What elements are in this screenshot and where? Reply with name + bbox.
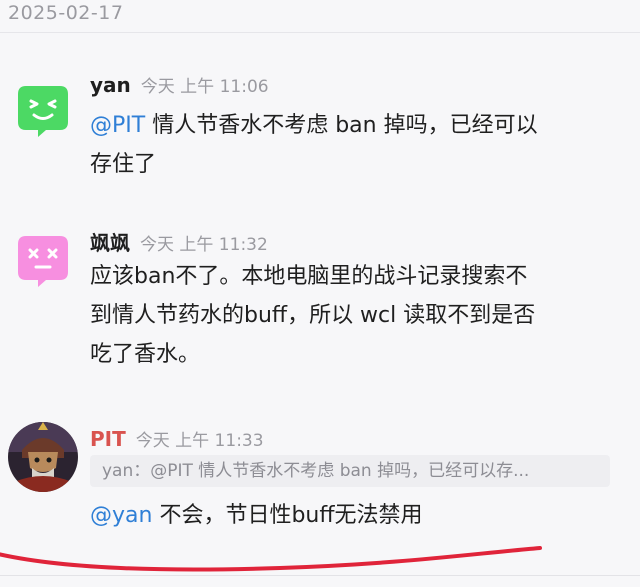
timestamp: 今天 上午 11:32: [140, 235, 268, 255]
message-text: 到情人节药水的buff，所以 wcl 读取不到是否: [90, 303, 536, 328]
divider: [0, 575, 640, 576]
message-line: 吃了香水。: [90, 335, 630, 374]
red-underline-stroke: [0, 546, 542, 572]
avatar[interactable]: [16, 234, 70, 288]
message-line: 应该ban不了。本地电脑里的战斗记录搜索不: [90, 257, 630, 296]
divider: [0, 32, 640, 33]
message-body: @PIT 情人节香水不考虑 ban 掉吗，已经可以 存住了: [90, 106, 630, 184]
message-line: @PIT 情人节香水不考虑 ban 掉吗，已经可以: [90, 106, 630, 145]
warrior-portrait-icon: [8, 422, 78, 492]
timestamp: 今天 上午 11:33: [135, 431, 264, 451]
mention-link[interactable]: @PIT: [90, 113, 145, 138]
sender-name[interactable]: PIT: [90, 427, 126, 451]
sender-name[interactable]: 飒飒: [90, 227, 130, 256]
sender-name[interactable]: yan: [90, 73, 131, 97]
message-text: 不会，节日性buff无法禁用: [152, 503, 423, 528]
message-line: 到情人节药水的buff，所以 wcl 读取不到是否: [90, 296, 630, 335]
message-body: 应该ban不了。本地电脑里的战斗记录搜索不 到情人节药水的buff，所以 wcl…: [90, 257, 630, 374]
message-text: 存住了: [90, 152, 157, 177]
avatar[interactable]: [16, 84, 70, 138]
message-text: 情人节香水不考虑 ban 掉吗，已经可以: [145, 113, 538, 138]
avatar[interactable]: [8, 422, 78, 492]
message-line: 存住了: [90, 145, 630, 184]
timestamp: 今天 上午 11:06: [140, 77, 269, 97]
pink-dizzy-square-icon: [18, 236, 68, 287]
date-header: 2025-02-17: [8, 2, 124, 24]
mention-link[interactable]: @yan: [90, 503, 152, 528]
message-text: 吃了香水。: [90, 342, 201, 367]
message-text: 应该ban不了。本地电脑里的战斗记录搜索不: [90, 264, 528, 289]
quoted-reply[interactable]: yan：@PIT 情人节香水不考虑 ban 掉吗，已经可以存...: [90, 455, 610, 487]
green-smiley-square-icon: [18, 86, 68, 137]
